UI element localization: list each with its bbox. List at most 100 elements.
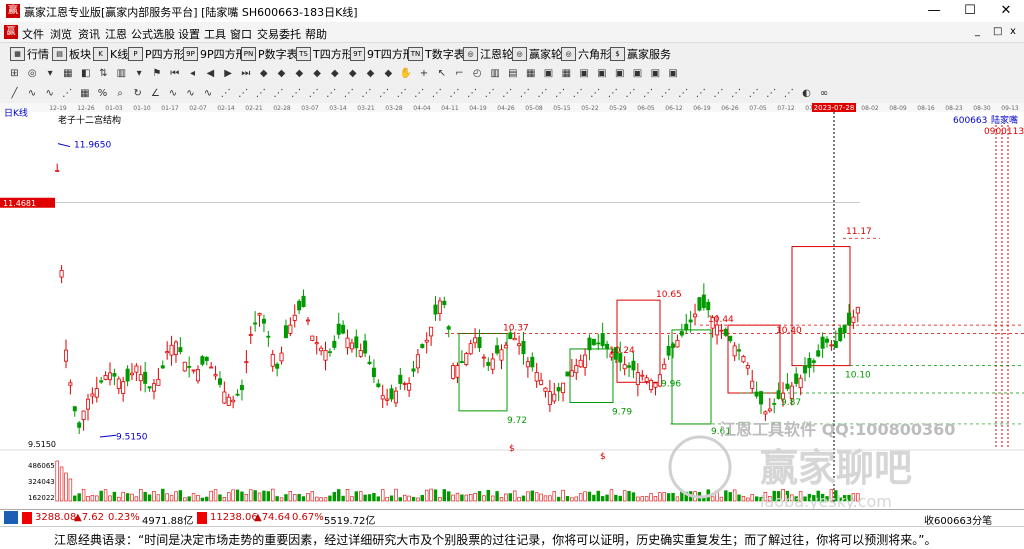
fan-icon[interactable]: ⋰	[554, 87, 567, 100]
calc-icon[interactable]: ▣	[542, 67, 555, 80]
menu-browse[interactable]: 浏览	[50, 26, 72, 42]
mdi-close-button[interactable]: x	[1010, 26, 1016, 37]
diamond-icon[interactable]: ◆	[346, 67, 359, 80]
left-icon[interactable]: ◀	[204, 67, 217, 80]
kline-chart-svg[interactable]: 12-19 12-26 01-03 01-10 01-17 02-07 02-14 02-21…	[0, 103, 1024, 511]
minimize-button[interactable]: —	[917, 0, 951, 22]
gauge-icon[interactable]: ◴	[471, 67, 484, 80]
wave-icon[interactable]: ∿	[26, 87, 39, 100]
toolbar-quotes[interactable]: ▦ 行情	[10, 46, 49, 62]
dropdown-icon[interactable]: ▾	[133, 67, 146, 80]
menu-settings[interactable]: 设置	[178, 26, 200, 42]
wave-icon[interactable]: ∿	[184, 87, 197, 100]
fan-icon[interactable]: ⋰	[360, 87, 373, 100]
wave-icon[interactable]: ∿	[202, 87, 215, 100]
fan-icon[interactable]: ⋰	[272, 87, 285, 100]
fan-icon[interactable]: ⋰	[589, 87, 602, 100]
fan-icon[interactable]: ⋰	[342, 87, 355, 100]
toolbar-hexagon[interactable]: ◎ 六角形	[561, 46, 611, 62]
toolbar-gann-wheel[interactable]: ◎ 江恩轮	[463, 46, 513, 62]
hand-icon[interactable]: ✋	[400, 67, 413, 80]
box-icon[interactable]: ▣	[613, 67, 626, 80]
menu-file[interactable]: 文件	[22, 26, 44, 42]
fan-icon[interactable]: ⋰	[448, 87, 461, 100]
fan-icon[interactable]: ⋰	[694, 87, 707, 100]
box-icon[interactable]: ▣	[631, 67, 644, 80]
market-icon[interactable]	[4, 511, 18, 524]
chart-icon[interactable]: ▥	[489, 67, 502, 80]
fan-icon[interactable]: ⋰	[466, 87, 479, 100]
maximize-button[interactable]: ☐	[953, 0, 987, 22]
fan-icon[interactable]: ⋰	[219, 87, 232, 100]
angle-icon[interactable]: ∠	[149, 87, 162, 100]
fan-icon[interactable]: ⋰	[430, 87, 443, 100]
tick-detail-link[interactable]: 收600663分笔	[924, 512, 992, 527]
diamond-icon[interactable]: ◆	[257, 67, 270, 80]
grid-icon[interactable]: ▦	[78, 87, 91, 100]
box-icon[interactable]: ▣	[667, 67, 680, 80]
ruler-icon[interactable]: ⌐	[453, 67, 466, 80]
percent-icon[interactable]: %	[96, 87, 109, 100]
toolbar-service[interactable]: $ 赢家服务	[610, 46, 671, 62]
diamond-icon[interactable]: ◆	[311, 67, 324, 80]
fan-icon[interactable]: ⋰	[395, 87, 408, 100]
sort-icon[interactable]: ⇅	[97, 67, 110, 80]
calendar-icon[interactable]: ▦	[524, 67, 537, 80]
mdi-minimize-button[interactable]: _	[975, 26, 980, 37]
fan-icon[interactable]: ⋰	[606, 87, 619, 100]
fan-icon[interactable]: ⋰	[237, 87, 250, 100]
toolbar-winner-wheel[interactable]: ◎ 赢家轮	[512, 46, 562, 62]
fan-icon[interactable]: ⋰	[624, 87, 637, 100]
target-icon[interactable]: ◎	[26, 67, 39, 80]
toolbar-9t-square[interactable]: 9T 9T四方形	[350, 46, 414, 62]
diamond-icon[interactable]: ◆	[364, 67, 377, 80]
first-icon[interactable]: ⏮	[168, 67, 181, 80]
fan-icon[interactable]: ⋰	[307, 87, 320, 100]
cycle-icon[interactable]: ↻	[131, 87, 144, 100]
menu-formula[interactable]: 公式选股	[131, 26, 175, 42]
fan-icon[interactable]: ⋰	[483, 87, 496, 100]
layout-icon[interactable]: ⊞	[8, 67, 21, 80]
menu-info[interactable]: 资讯	[78, 26, 100, 42]
fan-icon[interactable]: ⋰	[413, 87, 426, 100]
fan-icon[interactable]: ⋰	[378, 87, 391, 100]
toolbar-t-table[interactable]: TN T数字表	[408, 46, 465, 62]
fan-icon[interactable]: ⋰	[677, 87, 690, 100]
menu-gann[interactable]: 江恩	[105, 26, 127, 42]
fan-icon[interactable]: ⋰	[782, 87, 795, 100]
flag-icon[interactable]: ⚑	[150, 67, 163, 80]
kline-chart[interactable]: 12-19 12-26 01-03 01-10 01-17 02-07 02-14 02-21…	[0, 103, 1024, 511]
toolbar-p-square[interactable]: P P四方形	[128, 46, 185, 62]
wave-icon[interactable]: ∿	[166, 87, 179, 100]
arrow-icon[interactable]: ↖	[435, 67, 448, 80]
menu-trade[interactable]: 交易委托	[257, 26, 301, 42]
fan-icon[interactable]: ⋰	[571, 87, 584, 100]
close-button[interactable]: ✕	[989, 0, 1023, 22]
box-icon[interactable]: ▣	[578, 67, 591, 80]
fan-icon[interactable]: ⋰	[501, 87, 514, 100]
cross-icon[interactable]: +	[417, 67, 430, 80]
fan-icon[interactable]: ⋰	[765, 87, 778, 100]
toolbar-sectors[interactable]: ▤ 板块	[52, 46, 91, 62]
toolbar-9p-square[interactable]: 9P 9P四方形	[183, 46, 247, 62]
fan-icon[interactable]: ⋰	[325, 87, 338, 100]
toolbar-kline[interactable]: K K线	[93, 46, 128, 62]
fan-icon[interactable]: ⋰	[536, 87, 549, 100]
diamond-icon[interactable]: ◆	[328, 67, 341, 80]
fan-icon[interactable]: ⋰	[659, 87, 672, 100]
fan-icon[interactable]: ⋰	[712, 87, 725, 100]
fan-icon[interactable]: ⋰	[518, 87, 531, 100]
grid-icon[interactable]: ▦	[560, 67, 573, 80]
stack-icon[interactable]: ▦	[61, 67, 74, 80]
toolbar-t-square[interactable]: TS T四方形	[296, 46, 353, 62]
fan-icon[interactable]: ⋰	[61, 87, 74, 100]
wave-icon[interactable]: ∿	[43, 87, 56, 100]
color-icon[interactable]: ◧	[79, 67, 92, 80]
fan-icon[interactable]: ⋰	[642, 87, 655, 100]
chart-icon[interactable]: ▥	[115, 67, 128, 80]
chart-icon[interactable]: ▤	[506, 67, 519, 80]
menu-window[interactable]: 窗口	[230, 26, 252, 42]
menu-help[interactable]: 帮助	[305, 26, 327, 42]
fan-icon[interactable]: ⋰	[747, 87, 760, 100]
toolbar-p-table[interactable]: PN P数字表	[241, 46, 298, 62]
